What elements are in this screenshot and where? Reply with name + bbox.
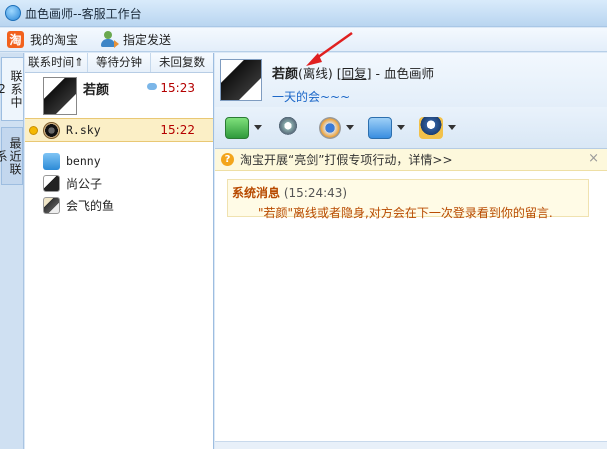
chat-contact-name: 若颜 [272,67,299,82]
assign-send-button[interactable]: 指定发送 [97,29,174,51]
contact-name: 会飞的鱼 [66,198,115,213]
contact-item-shanggongzi[interactable]: 尚公子 [25,172,213,194]
system-message: 系统消息 (15:24:43) "若颜"离线或者隐身,对方会在下一次登录看到你的… [227,179,589,220]
sort-by-contact-time[interactable]: 联系时间⇑ [25,53,88,72]
customer-service-icon [419,116,443,139]
avatar [43,77,77,115]
chevron-down-icon[interactable] [254,125,262,130]
chevron-down-icon[interactable] [448,125,456,130]
voice-button[interactable] [276,116,305,139]
file-transfer-icon [225,116,249,139]
chat-action-bar [215,107,607,149]
avatar [43,196,60,214]
notice-link[interactable]: 淘宝开展“亮剑”打假专项行动，详情>> [240,151,453,168]
contact-time: 15:22 [160,123,195,137]
sort-tabs: 联系时间⇑ 等待分钟 未回复数 [25,53,213,73]
chat-title-line: 若颜(离线) [回复] - 血色画师 [272,63,434,82]
sort-by-wait-minutes[interactable]: 等待分钟 [88,53,151,72]
reply-link[interactable]: [回复] [337,66,372,81]
online-status-icon [29,125,38,135]
tab-recent-contacts[interactable]: 最近联系 [0,127,23,185]
my-taobao-button[interactable]: 淘 我的淘宝 [4,29,81,51]
user-send-icon [100,31,120,48]
system-message-time: (15:24:43) [283,186,348,200]
chat-account-name: 血色画师 [384,66,435,81]
sort-by-unreplied[interactable]: 未回复数 [151,53,213,72]
contact-name: benny [66,154,101,168]
microphone-icon [276,116,300,139]
video-button[interactable] [319,116,354,139]
input-toolbar-strip [215,441,607,449]
info-icon: ? [221,153,234,166]
contact-item-huifeideyu[interactable]: 会飞的鱼 [25,194,213,216]
avatar [43,152,60,170]
chevron-down-icon[interactable] [346,125,354,130]
contact-item-rsky[interactable]: R.sky 15:22 [25,118,213,142]
vertical-tabs: 联系中2 最近联系 [0,53,24,449]
remote-screen-icon [368,116,392,139]
chat-bubble-icon [147,83,157,90]
close-icon[interactable]: × [588,151,599,166]
taobao-icon: 淘 [7,31,24,48]
avatar [43,121,60,139]
chevron-down-icon[interactable] [397,125,405,130]
contact-item-benny[interactable]: benny [25,150,213,172]
notice-bar: ? 淘宝开展“亮剑”打假专项行动，详情>> × [215,149,607,171]
contact-list-panel: 联系时间⇑ 等待分钟 未回复数 若颜 15:23 R.sky 15:22 ben… [25,53,214,449]
chat-avatar[interactable] [220,59,262,101]
chat-contact-status: (离线) [298,66,333,81]
contact-name: 尚公子 [66,176,103,191]
window-title: 血色画师--客服工作台 [25,6,142,21]
app-logo-icon [5,5,21,21]
contact-name: R.sky [66,123,101,137]
assign-send-label: 指定发送 [123,33,172,47]
contact-signature: 一天的会~~~ [272,90,351,104]
top-toolbar: 淘 我的淘宝 指定发送 [0,28,607,52]
tab-contacting[interactable]: 联系中2 [0,57,23,121]
customer-service-button[interactable] [419,116,456,139]
chat-header: 若颜(离线) [回复] - 血色画师 一天的会~~~ [215,53,607,107]
contact-item-ruoyan[interactable]: 若颜 15:23 [25,73,213,118]
remote-assist-button[interactable] [368,116,405,139]
system-message-header: 系统消息 (15:24:43) [232,184,588,201]
system-message-title: 系统消息 [232,186,281,200]
title-bar: 血色画师--客服工作台 [0,0,607,27]
my-taobao-label: 我的淘宝 [30,33,79,47]
contact-name: 若颜 [83,83,110,98]
chat-main-panel: 若颜(离线) [回复] - 血色画师 一天的会~~~ ? 淘宝开展“亮剑”打假专… [215,53,607,449]
system-message-body: "若颜"离线或者隐身,对方会在下一次登录看到你的留言. [258,206,553,220]
avatar [43,174,60,192]
title-separator: - [371,66,384,81]
contact-time: 15:23 [160,81,195,95]
webcam-icon [319,116,341,139]
file-transfer-button[interactable] [225,116,262,139]
